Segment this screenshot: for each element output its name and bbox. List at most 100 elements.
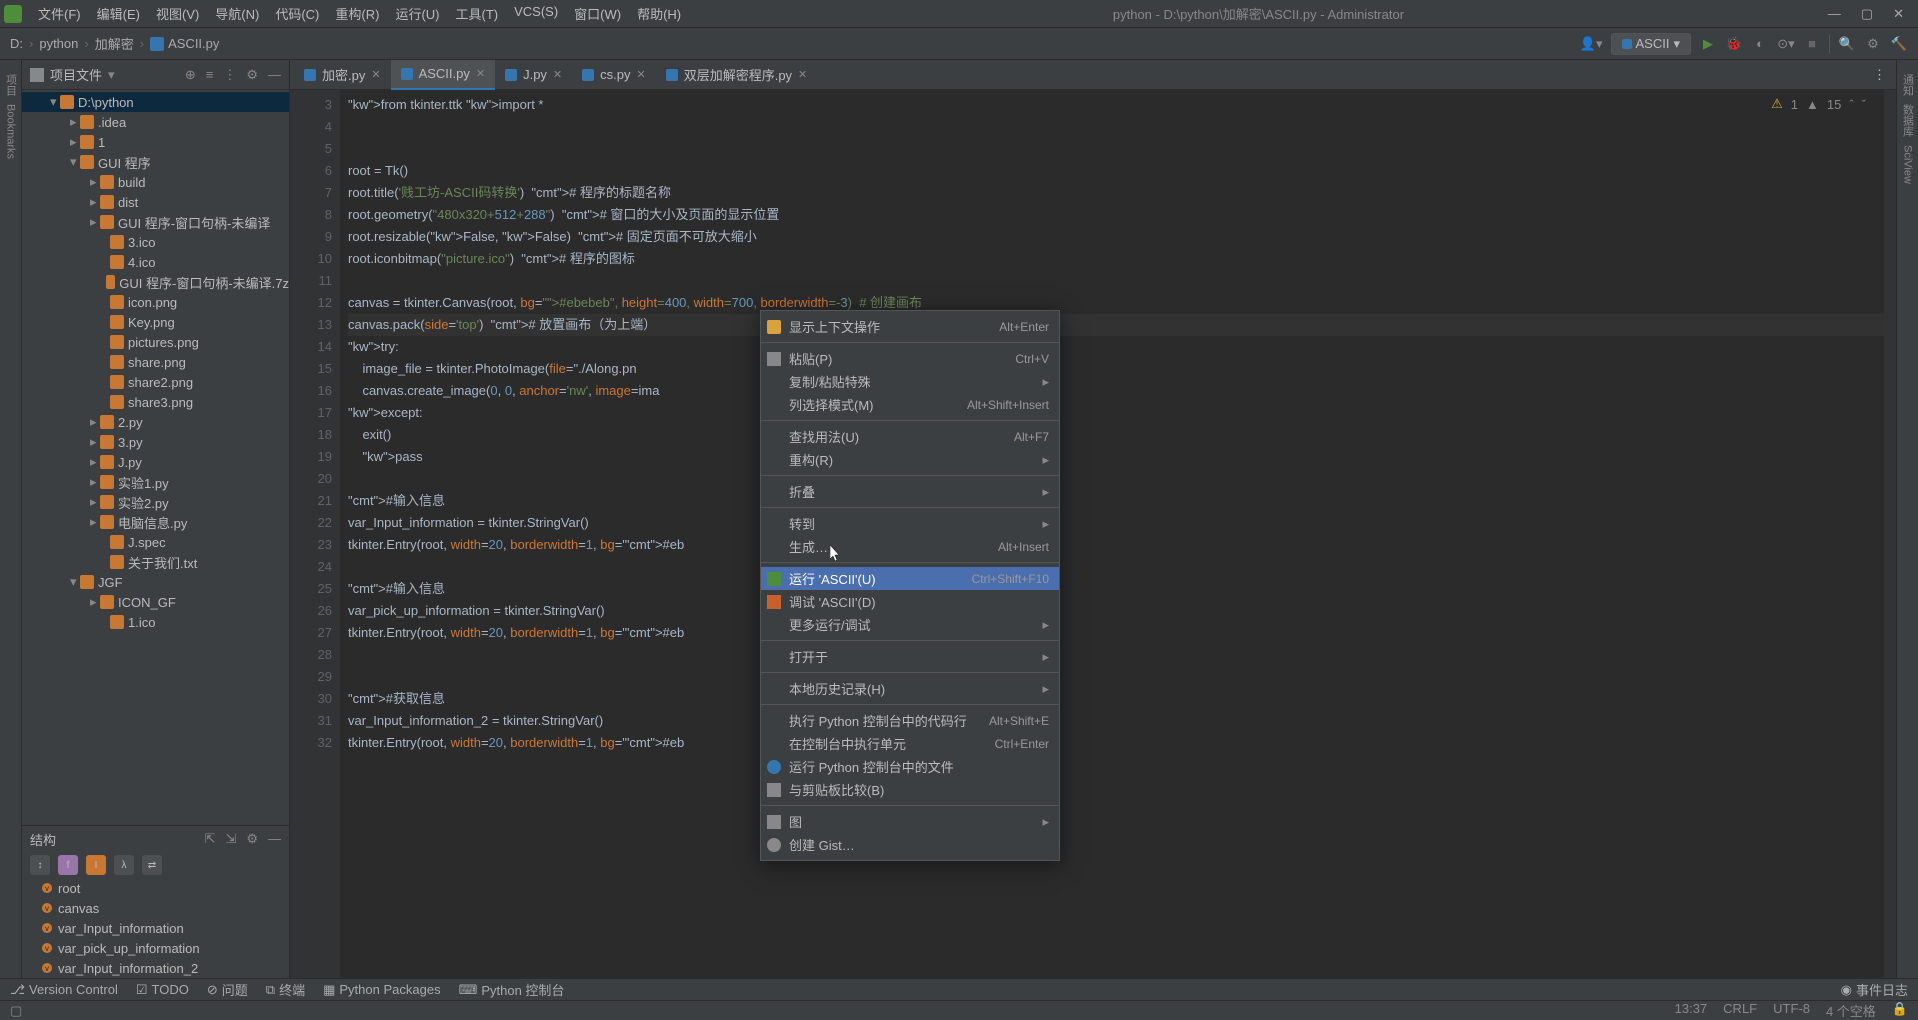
tree-item[interactable]: ▾JGF: [22, 572, 289, 592]
tree-item[interactable]: ▾D:\python: [22, 92, 289, 112]
tree-item[interactable]: icon.png: [22, 292, 289, 312]
close-icon[interactable]: ✕: [1893, 6, 1904, 22]
context-menu-item[interactable]: 打开于▸: [761, 645, 1059, 668]
tree-item[interactable]: J.spec: [22, 532, 289, 552]
close-tab-icon[interactable]: ✕: [553, 68, 562, 81]
editor-tab[interactable]: 双层加解密程序.py✕: [656, 60, 818, 90]
user-icon[interactable]: 👤▾: [1580, 36, 1603, 52]
breadcrumb[interactable]: python: [39, 36, 84, 51]
tree-arrow-icon[interactable]: ▸: [90, 494, 100, 510]
collapse-icon[interactable]: ⇲: [225, 831, 236, 847]
tree-item[interactable]: 关于我们.txt: [22, 552, 289, 572]
tree-arrow-icon[interactable]: ▸: [90, 454, 100, 470]
menu-item[interactable]: 视图(V): [148, 4, 207, 23]
tree-item[interactable]: Key.png: [22, 312, 289, 332]
tree-item[interactable]: GUI 程序-窗口句柄-未编译.7z: [22, 272, 289, 292]
menu-item[interactable]: 工具(T): [447, 4, 506, 23]
tree-item[interactable]: 4.ico: [22, 252, 289, 272]
readonly-lock-icon[interactable]: 🔒: [1892, 1001, 1908, 1020]
tree-arrow-icon[interactable]: ▸: [90, 174, 100, 190]
tool-window-button[interactable]: ⊘ 问题: [207, 980, 248, 999]
tree-arrow-icon[interactable]: ▾: [70, 574, 80, 590]
database-tool-button[interactable]: 数据库: [1900, 100, 1916, 141]
stop-icon[interactable]: ■: [1803, 35, 1821, 53]
tree-item[interactable]: ▾GUI 程序: [22, 152, 289, 172]
menu-item[interactable]: 运行(U): [387, 4, 447, 23]
tree-arrow-icon[interactable]: ▾: [50, 94, 60, 110]
line-separator[interactable]: CRLF: [1723, 1001, 1757, 1020]
structure-item[interactable]: vvar_Input_information: [22, 918, 289, 938]
editor-tab[interactable]: 加密.py✕: [294, 60, 391, 90]
inspections-widget[interactable]: ⚠1 ▲15 ˆ ˇ: [1771, 96, 1866, 112]
chevron-up-icon[interactable]: ˆ: [1849, 97, 1853, 112]
menu-item[interactable]: 导航(N): [207, 4, 267, 23]
tree-item[interactable]: 3.ico: [22, 232, 289, 252]
menu-item[interactable]: 编辑(E): [89, 4, 148, 23]
tree-item[interactable]: ▸ICON_GF: [22, 592, 289, 612]
filter-lambda-icon[interactable]: λ: [114, 855, 134, 875]
tree-item[interactable]: ▸2.py: [22, 412, 289, 432]
tool-window-button[interactable]: ⧉ 终端: [266, 980, 305, 999]
close-tab-icon[interactable]: ✕: [798, 68, 807, 81]
cursor-position[interactable]: 13:37: [1675, 1001, 1708, 1020]
hide-icon[interactable]: —: [268, 67, 281, 83]
minimize-icon[interactable]: —: [1828, 6, 1841, 22]
context-menu-item[interactable]: 生成…Alt+Insert: [761, 535, 1059, 558]
tree-item[interactable]: ▸build: [22, 172, 289, 192]
close-tab-icon[interactable]: ✕: [636, 68, 645, 81]
close-tab-icon[interactable]: ✕: [371, 68, 380, 81]
tree-arrow-icon[interactable]: ▸: [90, 434, 100, 450]
gear-icon[interactable]: ⚙: [246, 67, 258, 83]
tree-item[interactable]: share.png: [22, 352, 289, 372]
tree-item[interactable]: ▸3.py: [22, 432, 289, 452]
menu-item[interactable]: 文件(F): [30, 4, 89, 23]
project-view-title[interactable]: 项目文件: [50, 65, 102, 84]
menu-item[interactable]: 帮助(H): [629, 4, 689, 23]
filter-fields-icon[interactable]: f: [58, 855, 78, 875]
context-menu-item[interactable]: 更多运行/调试▸: [761, 613, 1059, 636]
structure-item[interactable]: vroot: [22, 878, 289, 898]
expand-icon[interactable]: ⇱: [205, 831, 216, 847]
sciview-tool-button[interactable]: SciView: [1902, 141, 1914, 188]
tool-window-button[interactable]: ⎇ Version Control: [10, 980, 118, 999]
tree-arrow-icon[interactable]: ▸: [90, 214, 100, 230]
tree-item[interactable]: ▸实验2.py: [22, 492, 289, 512]
tree-item[interactable]: share2.png: [22, 372, 289, 392]
collapse-all-icon[interactable]: ⋮: [223, 67, 236, 83]
gear-icon[interactable]: ⚙: [246, 831, 258, 847]
tree-arrow-icon[interactable]: ▸: [90, 414, 100, 430]
editor-tab[interactable]: ASCII.py✕: [391, 60, 496, 90]
context-menu-item[interactable]: 列选择模式(M)Alt+Shift+Insert: [761, 393, 1059, 416]
breadcrumb[interactable]: 加解密: [95, 34, 140, 53]
maximize-icon[interactable]: ▢: [1861, 6, 1873, 22]
context-menu-item[interactable]: 重构(R)▸: [761, 448, 1059, 471]
tree-item[interactable]: ▸dist: [22, 192, 289, 212]
tree-arrow-icon[interactable]: ▸: [90, 474, 100, 490]
menu-item[interactable]: VCS(S): [506, 4, 566, 23]
tree-item[interactable]: ▸1: [22, 132, 289, 152]
hide-icon[interactable]: —: [268, 831, 281, 847]
close-tab-icon[interactable]: ✕: [476, 67, 485, 80]
breadcrumb[interactable]: D:: [10, 36, 29, 51]
project-tree[interactable]: ▾D:\python▸.idea▸1▾GUI 程序▸build▸dist▸GUI…: [22, 90, 289, 825]
tree-item[interactable]: ▸GUI 程序-窗口句柄-未编译: [22, 212, 289, 232]
tree-arrow-icon[interactable]: ▸: [70, 134, 80, 150]
tool-window-toggle-icon[interactable]: ▢: [10, 1003, 22, 1019]
run-icon[interactable]: ▶: [1699, 35, 1717, 53]
menu-item[interactable]: 重构(R): [327, 4, 387, 23]
editor-tab[interactable]: cs.py✕: [572, 60, 656, 90]
filter-inherited-icon[interactable]: I: [86, 855, 106, 875]
tool-window-button[interactable]: ⌨ Python 控制台: [459, 980, 565, 999]
breadcrumb[interactable]: ASCII.py: [168, 36, 225, 51]
chevron-down-icon[interactable]: ▾: [108, 67, 115, 83]
tree-item[interactable]: 1.ico: [22, 612, 289, 632]
editor-gutter[interactable]: 3456789101112131415161718192021222324252…: [290, 90, 340, 978]
bookmarks-tool-button[interactable]: Bookmarks: [5, 100, 17, 163]
notifications-tool-button[interactable]: 通知: [1900, 70, 1916, 100]
tool-window-button[interactable]: ☑ TODO: [136, 980, 189, 999]
tool-window-button[interactable]: ▦ Python Packages: [323, 980, 440, 999]
tree-arrow-icon[interactable]: ▸: [90, 594, 100, 610]
context-menu-item[interactable]: 与剪贴板比较(B): [761, 778, 1059, 801]
tree-arrow-icon[interactable]: ▾: [70, 154, 80, 170]
indent-info[interactable]: 4 个空格: [1826, 1001, 1876, 1020]
